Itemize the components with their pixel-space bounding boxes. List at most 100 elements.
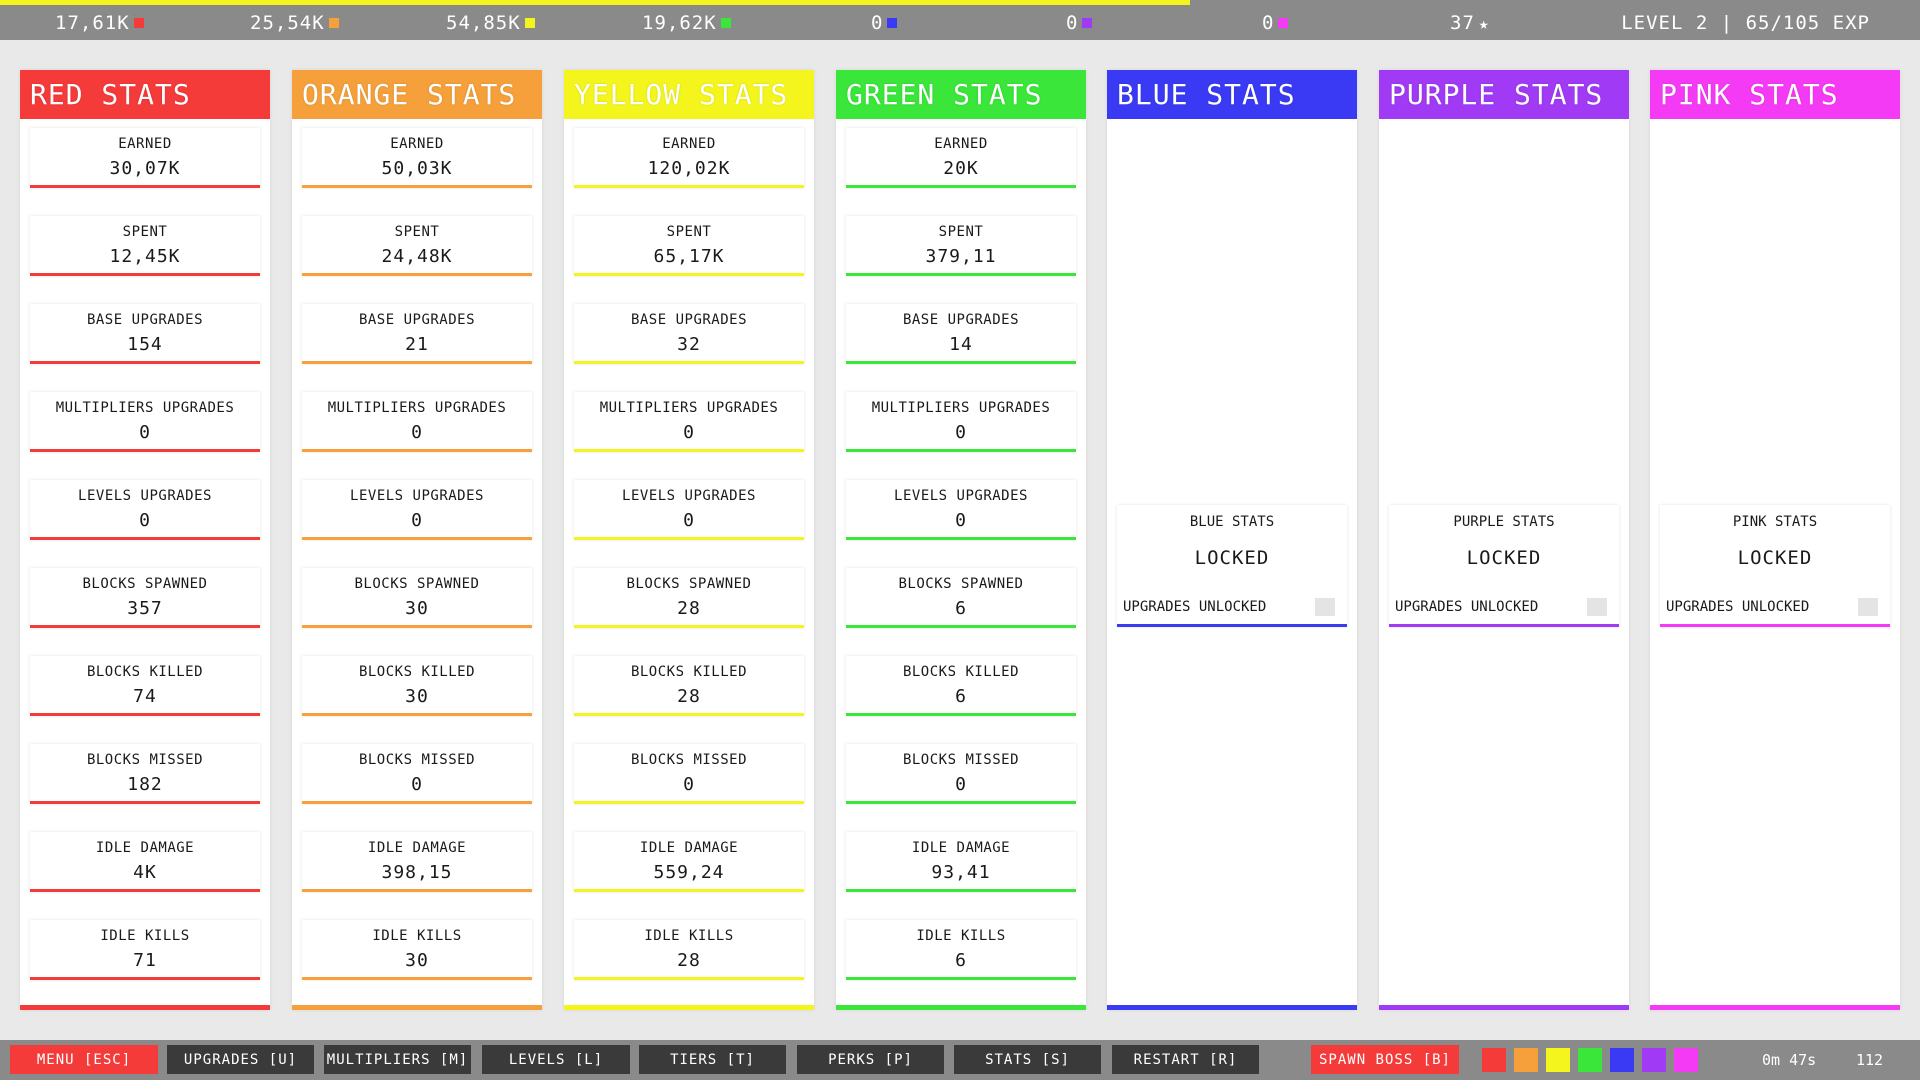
stat-value: 24,48K [381, 246, 453, 267]
column-header: BLUE STATS [1107, 70, 1357, 119]
color-select-swatch[interactable] [1546, 1048, 1570, 1072]
stat-card: IDLE KILLS 28 [574, 920, 804, 980]
stat-value: 20K [943, 158, 979, 179]
column-header: PINK STATS [1650, 70, 1900, 119]
resource-counter: 19,62K [642, 12, 731, 34]
stat-label: SPENT [394, 224, 440, 240]
stat-card: LEVELS UPGRADES 0 [846, 480, 1076, 540]
upgrades-unlocked-checkbox[interactable] [1315, 598, 1335, 616]
resource-value: 0 [1262, 12, 1275, 34]
stat-value: 0 [683, 774, 695, 795]
stat-value: 559,24 [653, 862, 725, 883]
color-select-swatch[interactable] [1578, 1048, 1602, 1072]
stat-card: IDLE DAMAGE 93,41 [846, 832, 1076, 892]
stat-value: 0 [955, 422, 967, 443]
xp-progress-bar [0, 0, 1191, 5]
stat-label: EARNED [390, 136, 444, 152]
stat-value: 71 [133, 950, 157, 971]
stat-card: BLOCKS KILLED 6 [846, 656, 1076, 716]
upgrades-unlocked-checkbox[interactable] [1858, 598, 1878, 616]
column-header: GREEN STATS [836, 70, 1086, 119]
color-select-swatch[interactable] [1674, 1048, 1698, 1072]
stat-value: 65,17K [653, 246, 725, 267]
color-select-swatch[interactable] [1514, 1048, 1538, 1072]
stat-card: BLOCKS SPAWNED 357 [30, 568, 260, 628]
stat-value: 93,41 [931, 862, 991, 883]
stat-label: BLOCKS MISSED [358, 752, 476, 768]
stat-value: 182 [127, 774, 163, 795]
stat-label: EARNED [662, 136, 716, 152]
stat-label: MULTIPLIERS UPGRADES [871, 400, 1051, 416]
upgrades-unlocked-label: UPGRADES UNLOCKED [1395, 599, 1539, 615]
stat-value: 379,11 [925, 246, 997, 267]
star-icon: ★ [1478, 13, 1490, 33]
resource-color-icon [887, 18, 898, 28]
color-select-swatch[interactable] [1642, 1048, 1666, 1072]
stat-value: 0 [139, 422, 151, 443]
levels-button[interactable]: LEVELS [L] [482, 1045, 630, 1074]
upgrades-unlocked-checkbox[interactable] [1587, 598, 1607, 616]
stat-card: BASE UPGRADES 154 [30, 304, 260, 364]
stats-button[interactable]: STATS [S] [954, 1045, 1101, 1074]
resource-value: 19,62K [642, 12, 717, 34]
spawn-boss-button[interactable]: SPAWN BOSS [B] [1311, 1045, 1459, 1074]
stat-label: BLOCKS SPAWNED [82, 576, 208, 592]
resource-color-icon [328, 18, 339, 28]
locked-card-title: PURPLE STATS [1453, 514, 1555, 530]
stat-card: EARNED 50,03K [302, 128, 532, 188]
stat-label: IDLE DAMAGE [911, 840, 1011, 856]
color-select-swatch[interactable] [1482, 1048, 1506, 1072]
restart-button[interactable]: RESTART [R] [1112, 1045, 1259, 1074]
resource-counter: 17,61K [55, 12, 144, 34]
perks-button[interactable]: PERKS [P] [797, 1045, 944, 1074]
stat-label: MULTIPLIERS UPGRADES [599, 400, 779, 416]
stat-card: EARNED 30,07K [30, 128, 260, 188]
resource-counter: 54,85K [446, 12, 535, 34]
stat-label: LEVELS UPGRADES [894, 488, 1028, 504]
stat-value: 30 [405, 598, 429, 619]
stat-label: BLOCKS MISSED [902, 752, 1020, 768]
stat-label: SPENT [938, 224, 984, 240]
stat-card: LEVELS UPGRADES 0 [30, 480, 260, 540]
stat-card: BASE UPGRADES 32 [574, 304, 804, 364]
stat-value: 0 [411, 774, 423, 795]
stat-card: SPENT 379,11 [846, 216, 1076, 276]
resource-color-icon [133, 18, 144, 28]
stat-card: IDLE DAMAGE 559,24 [574, 832, 804, 892]
resource-value: 17,61K [55, 12, 130, 34]
blue-stats-column: BLUE STATS BLUE STATS LOCKED UPGRADES UNLOC… [1107, 70, 1357, 1010]
stat-label: MULTIPLIERS UPGRADES [55, 400, 235, 416]
upgrades-button[interactable]: UPGRADES [U] [167, 1045, 314, 1074]
upgrades-unlocked-label: UPGRADES UNLOCKED [1123, 599, 1267, 615]
resource-value: 25,54K [250, 12, 325, 34]
stat-card: BLOCKS KILLED 30 [302, 656, 532, 716]
orange-stats-column: ORANGE STATS EARNED 50,03K SPENT 24,48K BASE … [292, 70, 542, 1010]
stat-label: IDLE KILLS [372, 928, 462, 944]
resource-counter: 0 [1066, 12, 1093, 34]
stat-label: SPENT [666, 224, 712, 240]
purple-stats-column: PURPLE STATS PURPLE STATS LOCKED UPGRADES U… [1379, 70, 1629, 1010]
locked-status: LOCKED [1737, 547, 1813, 569]
resource-color-icon [720, 18, 731, 28]
stat-label: BLOCKS KILLED [358, 664, 476, 680]
color-select-swatch[interactable] [1610, 1048, 1634, 1072]
yellow-stats-column: YELLOW STATS EARNED 120,02K SPENT 65,17K BASE… [564, 70, 814, 1010]
stat-value: 357 [127, 598, 163, 619]
stars-value: 37 [1450, 12, 1475, 34]
stat-card: BASE UPGRADES 14 [846, 304, 1076, 364]
upgrades-unlocked-label: UPGRADES UNLOCKED [1666, 599, 1810, 615]
menu-button[interactable]: MENU [ESC] [10, 1045, 158, 1074]
stat-value: 74 [133, 686, 157, 707]
stat-value: 30 [405, 950, 429, 971]
stat-card: BLOCKS MISSED 0 [846, 744, 1076, 804]
stat-value: 28 [677, 686, 701, 707]
stat-label: EARNED [118, 136, 172, 152]
stat-card: BLOCKS MISSED 0 [302, 744, 532, 804]
tiers-button[interactable]: TIERS [T] [639, 1045, 786, 1074]
locked-card: PURPLE STATS LOCKED UPGRADES UNLOCKED [1389, 505, 1619, 627]
multipliers-button[interactable]: MULTIPLIERS [M] [324, 1045, 471, 1074]
upgrades-unlocked-row: UPGRADES UNLOCKED [1666, 598, 1878, 616]
upgrades-unlocked-row: UPGRADES UNLOCKED [1123, 598, 1335, 616]
stat-label: EARNED [934, 136, 988, 152]
stat-card: MULTIPLIERS UPGRADES 0 [302, 392, 532, 452]
